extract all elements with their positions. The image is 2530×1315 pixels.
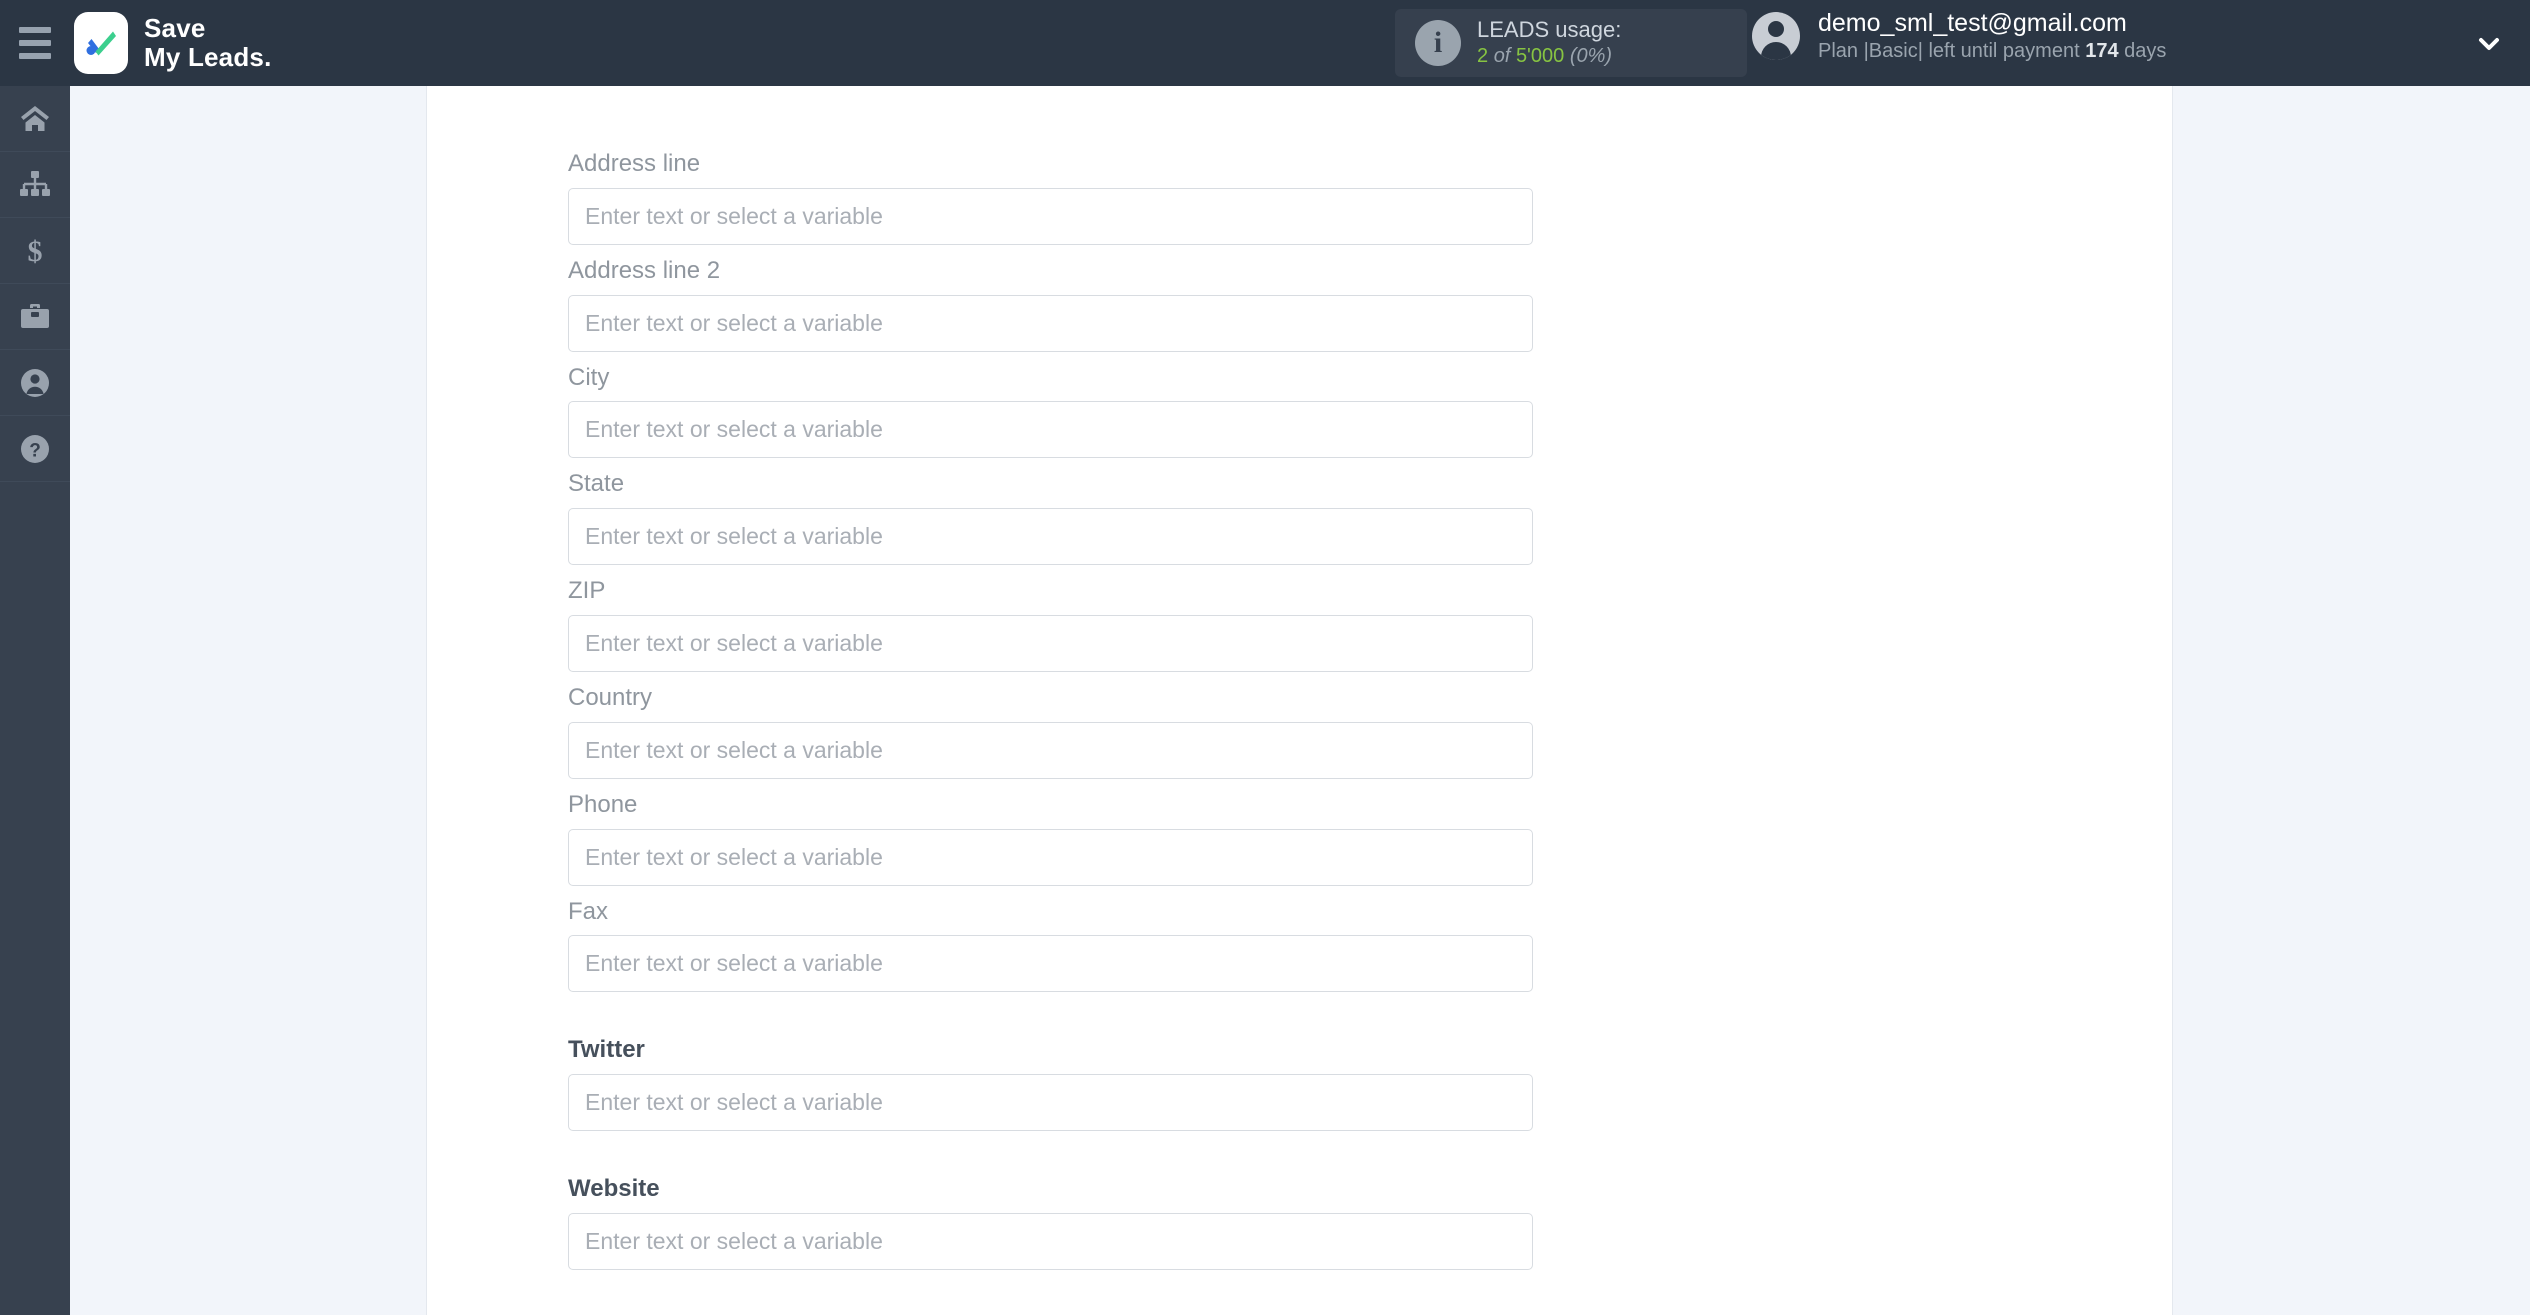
account-email: demo_sml_test@gmail.com (1818, 9, 2127, 37)
field-label: Address line 2 (568, 256, 721, 284)
sidebar-item-home[interactable] (0, 86, 70, 152)
burger-bar (19, 40, 51, 46)
plan-prefix: Plan |Basic| left until payment (1818, 40, 2080, 63)
usage-used: 2 (1477, 45, 1489, 68)
brand-name: Save My Leads. (144, 12, 272, 72)
burger-bar (19, 27, 51, 33)
question-circle-icon: ? (20, 434, 50, 464)
form-field: Country (568, 684, 1533, 779)
sidebar-item-connections[interactable] (0, 152, 70, 218)
field-label: ZIP (568, 577, 606, 605)
field-input[interactable] (568, 294, 1533, 352)
sidebar-item-services[interactable] (0, 284, 70, 350)
form-field: Twitter (568, 1036, 1533, 1132)
field-label: Website (568, 1175, 660, 1203)
hamburger-menu-icon[interactable] (0, 0, 70, 86)
brand-logo-link[interactable]: Save My Leads. (74, 12, 272, 74)
brand-line-1: Save (144, 12, 206, 43)
leads-usage-badge[interactable]: i LEADS usage: 2 of 5'000 (0%) (1395, 9, 1747, 77)
app-header: Save My Leads. i LEADS usage: 2 of 5'000… (0, 0, 2530, 86)
field-input[interactable] (568, 508, 1533, 566)
field-input[interactable] (568, 1074, 1533, 1132)
field-input[interactable] (568, 935, 1533, 993)
home-icon (19, 104, 51, 134)
form-field: Website (568, 1175, 1533, 1270)
field-label: City (568, 363, 610, 391)
plan-days-suffix: days (2124, 40, 2167, 63)
dollar-icon: $ (21, 235, 49, 267)
svg-text:$: $ (28, 235, 43, 267)
svg-text:?: ? (29, 440, 41, 461)
form-field: State (568, 470, 1533, 566)
savemyleads-logo-icon (74, 12, 128, 74)
form-field: ZIP (568, 577, 1533, 672)
sidebar-item-profile[interactable] (0, 350, 70, 416)
sidebar-item-billing[interactable]: $ (0, 218, 70, 284)
user-icon (20, 368, 50, 398)
field-input[interactable] (568, 828, 1533, 886)
info-icon: i (1415, 20, 1461, 66)
sitemap-icon (19, 170, 51, 200)
field-label: Twitter (568, 1036, 645, 1064)
usage-text-block: LEADS usage: 2 of 5'000 (0%) (1477, 17, 1621, 68)
main-content: Address line Address line 2 City State ZIP Co… (70, 86, 2530, 1315)
left-sidebar: $ ? (0, 86, 70, 1315)
usage-title: LEADS usage: (1477, 17, 1622, 43)
brand-line-2: My Leads. (144, 42, 272, 72)
form-field: City (568, 364, 1533, 459)
field-input[interactable] (568, 1212, 1533, 1270)
sidebar-item-help[interactable]: ? (0, 416, 70, 482)
briefcase-icon (19, 303, 51, 331)
plan-days-value: 174 (2085, 40, 2119, 63)
account-plan: Plan |Basic| left until payment 174 days (1818, 39, 2166, 64)
form-field: Fax (568, 898, 1533, 993)
field-label: Country (568, 683, 653, 711)
field-label: Address line (568, 150, 701, 177)
usage-limit: 5'000 (1515, 45, 1565, 68)
field-input[interactable] (568, 614, 1533, 672)
account-menu[interactable]: demo_sml_test@gmail.com Plan |Basic| lef… (1752, 8, 2166, 64)
field-input[interactable] (568, 401, 1533, 459)
setup-card: Address line Address line 2 City State ZIP Co… (426, 86, 2173, 1315)
form-field: Phone (568, 791, 1533, 886)
chevron-down-icon[interactable] (2475, 30, 2503, 58)
account-text-block: demo_sml_test@gmail.com Plan |Basic| lef… (1818, 8, 2166, 64)
usage-counter: 2 of 5'000 (0%) (1477, 44, 1621, 68)
user-avatar-icon (1752, 12, 1800, 61)
field-mapping-form: Address line Address line 2 City State ZIP Co… (568, 150, 1533, 1315)
usage-of: of (1493, 45, 1511, 68)
form-field: Address line 2 (568, 257, 1533, 352)
usage-percent: (0%) (1569, 45, 1613, 68)
form-field: Address line (568, 150, 1533, 245)
burger-bar (19, 53, 51, 59)
field-input[interactable] (568, 187, 1533, 245)
field-label: Phone (568, 790, 638, 818)
field-input[interactable] (568, 721, 1533, 779)
field-label: State (568, 470, 625, 498)
field-label: Fax (568, 897, 609, 925)
